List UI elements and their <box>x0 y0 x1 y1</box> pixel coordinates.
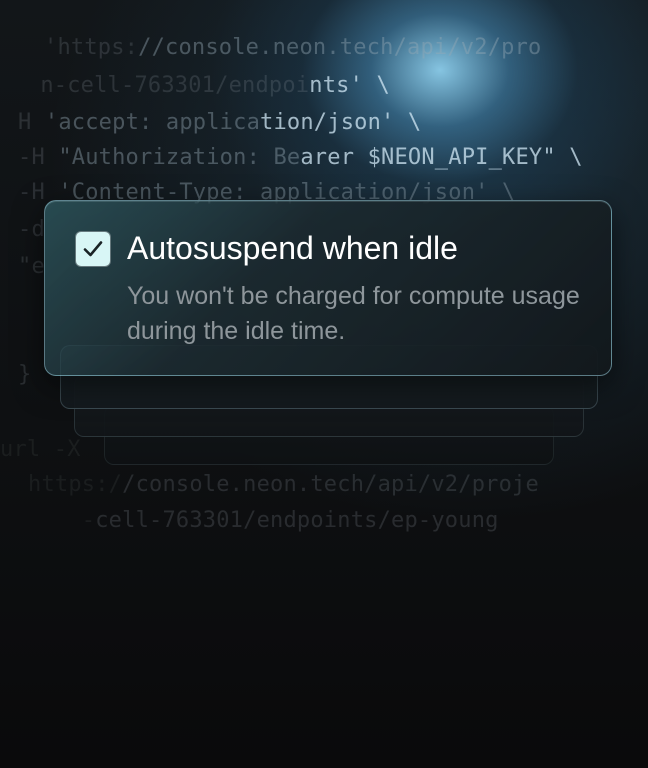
autosuspend-checkbox[interactable] <box>76 232 110 266</box>
code-line: -d <box>18 217 45 242</box>
code-line: n-cell-763301/endpoints' \ <box>0 73 390 98</box>
code-line: H 'accept: application/json' \ <box>18 110 422 135</box>
autosuspend-setting-card[interactable]: Autosuspend when idle You won't be charg… <box>44 200 612 376</box>
code-line: } <box>18 362 32 387</box>
check-icon <box>83 241 103 257</box>
setting-title: Autosuspend when idle <box>127 230 458 266</box>
code-line: -cell-763301/endpoints/ep-young <box>28 508 499 533</box>
code-line: -H "Authorization: Bearer $NEON_API_KEY"… <box>18 145 583 170</box>
code-line: https://console.neon.tech/api/v2/proje <box>28 472 539 497</box>
setting-description: You won't be charged for compute usage d… <box>127 282 580 345</box>
background-stage: 'https://console.neon.tech/api/v2/pro n-… <box>0 0 648 768</box>
code-line: 'https://console.neon.tech/api/v2/pro <box>44 35 542 60</box>
code-line: "e <box>18 254 45 279</box>
code-line: url -X <box>0 437 81 462</box>
